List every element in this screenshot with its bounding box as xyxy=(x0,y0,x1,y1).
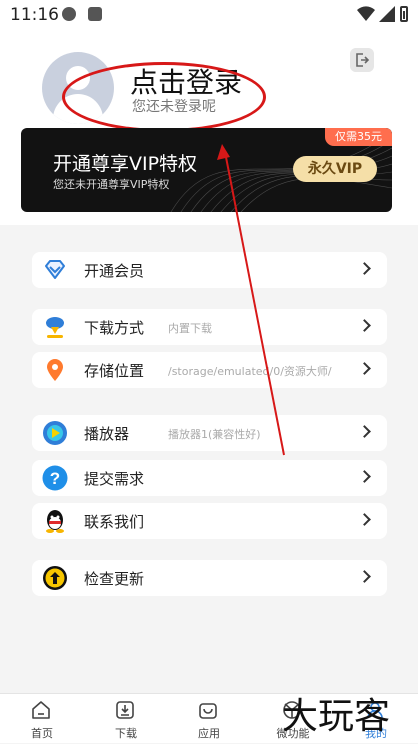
menu-item-player[interactable]: 播放器 播放器1(兼容性好) xyxy=(32,415,387,451)
menu-label: 播放器 xyxy=(84,425,130,443)
download-tray-icon xyxy=(116,701,134,719)
wifi-icon xyxy=(357,6,375,22)
location-pin-icon xyxy=(47,359,63,381)
menu-item-check-update[interactable]: 检查更新 xyxy=(32,560,387,596)
menu-label: 开通会员 xyxy=(84,262,145,280)
vip-price-badge: 仅需35元 xyxy=(325,128,392,146)
permanent-vip-button[interactable]: 永久VIP xyxy=(293,156,377,182)
nav-label: 首页 xyxy=(31,727,53,740)
chevron-right-icon xyxy=(358,262,371,275)
chevron-right-icon xyxy=(358,362,371,375)
watermark: 大玩客 xyxy=(282,696,391,737)
menu-label: 提交需求 xyxy=(84,470,145,488)
qq-icon xyxy=(46,510,64,533)
download-icon xyxy=(46,317,64,338)
shield-notification-icon xyxy=(62,7,76,21)
svg-text:?: ? xyxy=(50,469,60,488)
menu-item-download-method[interactable]: 下载方式 内置下载 xyxy=(32,309,387,345)
tab-home[interactable]: 首页 xyxy=(0,694,84,744)
vip-banner[interactable]: 开通尊享VIP特权 您还未开通尊享VIP特权 仅需35元 永久VIP xyxy=(21,128,392,212)
play-icon xyxy=(43,421,67,445)
annotation-circle xyxy=(62,62,266,132)
signal-icon xyxy=(379,6,395,22)
chevron-right-icon xyxy=(358,570,371,583)
menu-label: 存储位置 xyxy=(84,362,145,380)
menu-item-storage-location[interactable]: 存储位置 /storage/emulated/0/资源大师/ xyxy=(32,352,387,388)
app-notification-icon xyxy=(88,7,102,21)
chevron-right-icon xyxy=(358,513,371,526)
menu-label: 检查更新 xyxy=(84,570,145,588)
menu-item-contact-us[interactable]: 联系我们 xyxy=(32,503,387,539)
chevron-right-icon xyxy=(358,425,371,438)
tab-download[interactable]: 下载 xyxy=(84,694,168,744)
nav-label: 下载 xyxy=(115,727,137,740)
menu-value: /storage/emulated/0/资源大师/ xyxy=(168,365,332,378)
menu-item-submit-request[interactable]: ? 提交需求 xyxy=(32,460,387,496)
vip-subtitle: 您还未开通尊享VIP特权 xyxy=(53,178,170,191)
chevron-right-icon xyxy=(358,470,371,483)
bag-icon xyxy=(199,703,217,719)
nav-label: 应用 xyxy=(198,727,220,740)
menu-item-vip-member[interactable]: 开通会员 xyxy=(32,252,387,288)
menu-label: 联系我们 xyxy=(84,513,145,531)
menu-label: 下载方式 xyxy=(84,319,145,337)
menu-value: 播放器1(兼容性好) xyxy=(168,428,261,441)
status-time: 11:16 xyxy=(10,5,59,25)
update-icon xyxy=(43,566,67,590)
chevron-right-icon xyxy=(358,319,371,332)
diamond-icon xyxy=(45,260,65,279)
home-icon xyxy=(32,701,50,719)
tab-apps[interactable]: 应用 xyxy=(167,694,251,744)
battery-icon xyxy=(400,6,408,22)
logout-icon[interactable] xyxy=(350,48,374,72)
question-icon: ? xyxy=(42,465,68,491)
status-bar: 11:16 xyxy=(0,0,418,30)
menu-value: 内置下载 xyxy=(168,322,212,335)
vip-title: 开通尊享VIP特权 xyxy=(53,153,198,175)
